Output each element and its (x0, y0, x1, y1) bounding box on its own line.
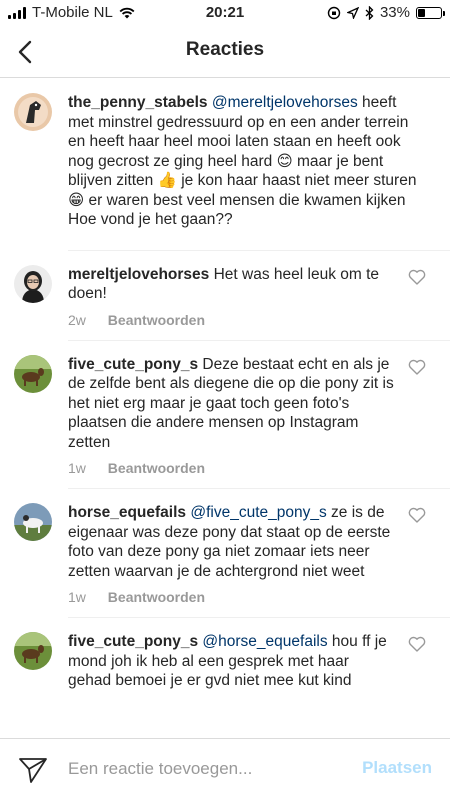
caption-text: Hoe vond je het gaan?? (68, 211, 233, 228)
reply-button[interactable]: Beantwoorden (108, 589, 205, 605)
comment-username[interactable]: horse_equefails (68, 504, 186, 521)
battery-percent: 33% (379, 4, 410, 21)
heart-icon[interactable] (408, 359, 426, 375)
heart-icon[interactable] (408, 507, 426, 523)
orientation-lock-icon (327, 6, 341, 19)
avatar[interactable] (14, 354, 52, 393)
comment-username[interactable]: five_cute_pony_s (68, 356, 198, 373)
thumbs-up-emoji: 👍 (157, 172, 177, 189)
reply-button[interactable]: Beantwoorden (108, 312, 205, 328)
list-item: mereltjelovehorses Het was heel leuk om … (0, 251, 450, 340)
caption: the_penny_stabels @mereltjelovehorses he… (0, 79, 450, 250)
mention-link[interactable]: @mereltjelovehorses (212, 94, 358, 111)
smile-emoji: 😊 (276, 152, 293, 170)
header: Reacties (0, 26, 450, 78)
direct-send-icon[interactable] (18, 756, 48, 784)
list-item: five_cute_pony_s @horse_equefails hou ff… (0, 618, 450, 691)
reply-button[interactable]: Beantwoorden (108, 460, 205, 476)
avatar[interactable] (14, 503, 52, 541)
avatar[interactable] (14, 264, 52, 303)
mention-link[interactable]: @five_cute_pony_s (190, 504, 326, 521)
comment-time: 1w (68, 589, 86, 605)
heart-icon[interactable] (408, 636, 426, 652)
comments-list[interactable]: the_penny_stabels @mereltjelovehorses he… (0, 79, 450, 738)
status-bar: T-Mobile NL 20:21 33% (0, 0, 450, 26)
comment-time: 1w (68, 460, 86, 476)
comment-username[interactable]: the_penny_stabels (68, 94, 208, 111)
comment-input[interactable]: Een reactie toevoegen... (68, 759, 252, 779)
location-icon (346, 6, 359, 19)
comment-username[interactable]: mereltjelovehorses (68, 266, 209, 283)
caption-text: er waren best veel mensen die kwamen kij… (84, 191, 406, 209)
comment-username[interactable]: five_cute_pony_s (68, 633, 198, 650)
list-item: horse_equefails @five_cute_pony_s ze is … (0, 489, 450, 617)
bluetooth-icon (365, 5, 374, 20)
avatar[interactable] (14, 632, 52, 670)
list-item: five_cute_pony_s Deze bestaat echt en al… (0, 341, 450, 489)
avatar[interactable] (14, 93, 52, 131)
heart-icon[interactable] (408, 269, 426, 285)
post-button[interactable]: Plaatsen (362, 758, 432, 778)
caption-text: je kon haar haast niet meer sturen (176, 172, 417, 189)
page-title: Reacties (185, 39, 265, 60)
mention-link[interactable]: @horse_equefails (202, 633, 327, 650)
comment-composer: Een reactie toevoegen... Plaatsen (0, 738, 450, 800)
battery-icon (416, 6, 445, 19)
comment-time: 2w (68, 311, 86, 328)
grin-emoji: 😁 (68, 191, 85, 209)
